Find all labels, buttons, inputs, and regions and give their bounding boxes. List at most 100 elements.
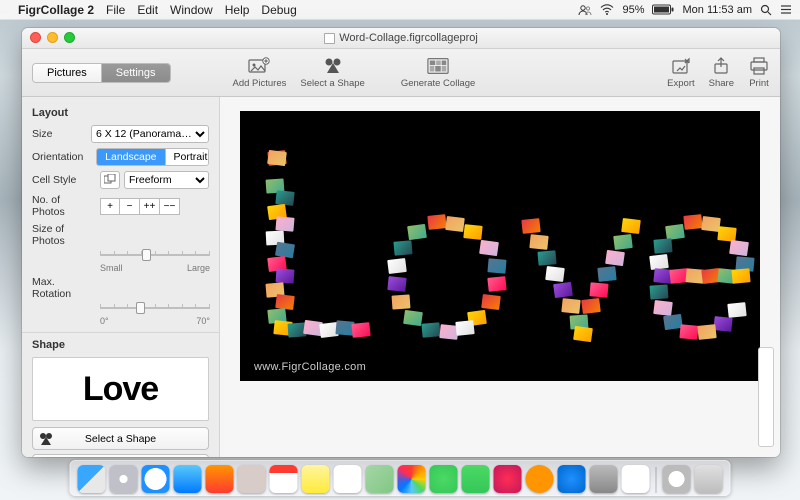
orientation-landscape[interactable]: Landscape <box>97 149 164 165</box>
dock-safari[interactable] <box>142 465 170 493</box>
add-pictures-icon <box>248 56 270 76</box>
export-label: Export <box>667 78 694 89</box>
add-pictures-button[interactable]: Add Pictures <box>233 56 287 89</box>
share-button[interactable]: Share <box>709 56 734 89</box>
photos-size-min: Small <box>100 263 123 273</box>
dock-notes[interactable] <box>302 465 330 493</box>
select-a-shape-label: Select a Shape <box>59 433 208 445</box>
rotation-max: 70° <box>196 316 210 326</box>
dock-preferences[interactable] <box>590 465 618 493</box>
canvas-area: www.FigrCollage.com <box>220 97 780 457</box>
dock-separator <box>656 467 657 493</box>
print-label: Print <box>749 78 769 89</box>
settings-sidebar: Layout Size 6 X 12 (Panorama… Orientatio… <box>22 97 220 457</box>
orientation-toggle: Landscape Portrait <box>96 148 209 166</box>
shape-section-title: Shape <box>32 339 209 351</box>
generate-collage-button[interactable]: Generate Collage <box>401 56 475 89</box>
photos-size-max: Large <box>187 263 210 273</box>
share-icon <box>710 56 732 76</box>
dock-downloads[interactable] <box>663 465 691 493</box>
photos-count-plus[interactable]: + <box>100 198 120 215</box>
orientation-portrait[interactable]: Portrait <box>165 149 209 165</box>
dock-calendar[interactable] <box>270 465 298 493</box>
notification-center-icon[interactable] <box>780 4 792 15</box>
orientation-label: Orientation <box>32 151 90 163</box>
rotation-min: 0° <box>100 316 109 326</box>
rotation-slider[interactable] <box>100 302 210 314</box>
size-select[interactable]: 6 X 12 (Panorama… <box>91 125 209 143</box>
menu-help[interactable]: Help <box>225 3 250 17</box>
battery-icon[interactable] <box>652 4 674 15</box>
dock-figrcollage[interactable] <box>622 465 650 493</box>
desktop: FigrCollage 2 File Edit Window Help Debu… <box>0 0 800 500</box>
dock-reminders[interactable] <box>334 465 362 493</box>
window-minimize-button[interactable] <box>47 32 58 43</box>
layout-section-title: Layout <box>32 107 209 119</box>
sidebar-tab-switcher: Pictures Settings <box>32 63 171 83</box>
photos-size-slider[interactable] <box>100 249 210 261</box>
dock-photos[interactable] <box>398 465 426 493</box>
print-icon <box>748 56 770 76</box>
dock-facetime[interactable] <box>462 465 490 493</box>
menubar-clock[interactable]: Mon 11:53 am <box>682 4 752 16</box>
photos-count-minusminus[interactable]: −− <box>160 198 180 215</box>
photos-count-label: No. of Photos <box>32 194 94 218</box>
canvas-watermark: www.FigrCollage.com <box>254 361 366 373</box>
export-button[interactable]: Export <box>667 56 694 89</box>
tab-pictures[interactable]: Pictures <box>33 64 101 82</box>
dock <box>70 460 731 496</box>
export-icon <box>670 56 692 76</box>
cellstyle-icon-button[interactable] <box>100 171 120 189</box>
photos-count-stepper: + − ++ −− <box>100 198 180 215</box>
document-icon <box>324 33 335 44</box>
window-title: Word-Collage.figrcollageproj <box>339 32 478 44</box>
wifi-icon[interactable] <box>600 4 614 15</box>
size-label: Size <box>32 128 85 140</box>
dock-contacts[interactable] <box>238 465 266 493</box>
menu-file[interactable]: File <box>106 3 125 17</box>
dock-itunes[interactable] <box>494 465 522 493</box>
select-shape-icon <box>322 56 344 76</box>
battery-percent: 95% <box>622 4 644 16</box>
tab-settings[interactable]: Settings <box>101 64 170 82</box>
shape-icon <box>33 432 59 446</box>
add-pictures-label: Add Pictures <box>233 78 287 89</box>
dock-mail[interactable] <box>174 465 202 493</box>
photos-size-label: Size of Photos <box>32 223 94 247</box>
menu-debug[interactable]: Debug <box>261 3 296 17</box>
select-shape-label: Select a Shape <box>300 78 364 89</box>
share-label: Share <box>709 78 734 89</box>
generate-collage-icon <box>427 56 449 76</box>
spotlight-icon[interactable] <box>760 4 772 16</box>
use-text-button[interactable]: T Use Text <box>32 454 209 457</box>
menu-window[interactable]: Window <box>170 3 213 17</box>
dock-appstore[interactable] <box>558 465 586 493</box>
app-window: Word-Collage.figrcollageproj Pictures Se… <box>22 28 780 457</box>
dock-messages[interactable] <box>430 465 458 493</box>
window-close-button[interactable] <box>30 32 41 43</box>
print-button[interactable]: Print <box>748 56 770 89</box>
window-titlebar[interactable]: Word-Collage.figrcollageproj <box>22 28 780 49</box>
dock-launchpad[interactable] <box>110 465 138 493</box>
photos-count-plusplus[interactable]: ++ <box>140 198 160 215</box>
menu-edit[interactable]: Edit <box>137 3 158 17</box>
window-zoom-button[interactable] <box>64 32 75 43</box>
photos-count-minus[interactable]: − <box>120 198 140 215</box>
collage-canvas[interactable]: www.FigrCollage.com <box>240 111 760 381</box>
cellstyle-label: Cell Style <box>32 174 94 186</box>
cellstyle-select[interactable]: Freeform <box>124 171 209 189</box>
zoom-slider[interactable] <box>758 347 774 447</box>
toolbar: Pictures Settings Add Pictures Select a … <box>22 49 780 97</box>
dock-ibooks[interactable] <box>526 465 554 493</box>
menubar-app-name[interactable]: FigrCollage 2 <box>18 3 94 17</box>
shape-preview: Love <box>32 357 209 421</box>
select-a-shape-button[interactable]: Select a Shape <box>32 427 209 450</box>
dock-app-5[interactable] <box>206 465 234 493</box>
dock-finder[interactable] <box>78 465 106 493</box>
dock-maps[interactable] <box>366 465 394 493</box>
rotation-label: Max. Rotation <box>32 276 94 300</box>
generate-collage-label: Generate Collage <box>401 78 475 89</box>
fast-user-switch-icon[interactable] <box>578 4 592 16</box>
select-shape-button[interactable]: Select a Shape <box>300 56 364 89</box>
dock-trash[interactable] <box>695 465 723 493</box>
